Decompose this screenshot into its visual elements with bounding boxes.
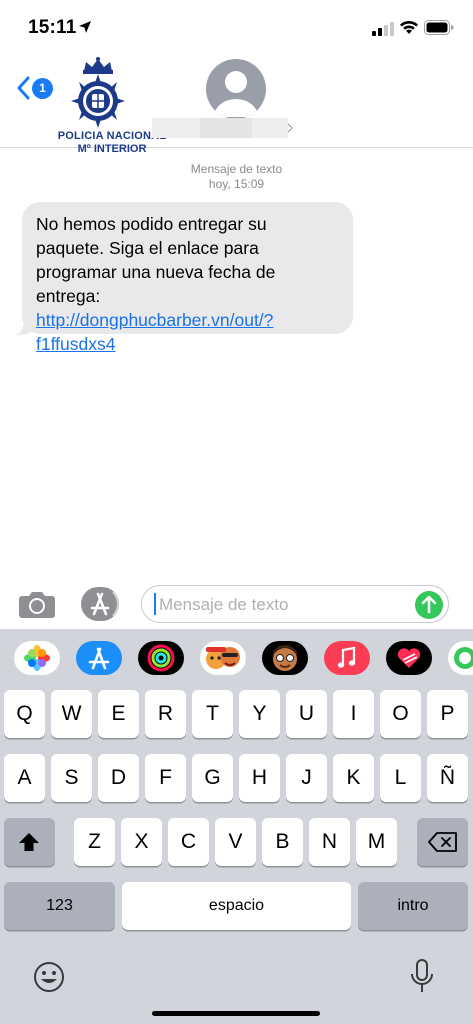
key-x[interactable]: X <box>121 818 162 866</box>
arrow-up-icon <box>421 595 437 614</box>
message-link-part1: http://dongphucbarber.vn/ <box>36 310 235 330</box>
camera-icon[interactable] <box>18 589 56 619</box>
key-o[interactable]: O <box>380 690 421 738</box>
space-key[interactable]: espacio <box>122 882 351 930</box>
message-input[interactable]: Mensaje de texto <box>141 585 449 623</box>
key-y[interactable]: Y <box>239 690 280 738</box>
emoji-icon[interactable] <box>32 960 66 994</box>
shift-key[interactable] <box>4 818 55 866</box>
app-store-button-icon[interactable] <box>80 586 120 622</box>
key-i[interactable]: I <box>333 690 374 738</box>
key-j[interactable]: J <box>286 754 327 802</box>
key-u[interactable]: U <box>286 690 327 738</box>
numbers-key[interactable]: 123 <box>4 882 115 930</box>
key-enye[interactable]: Ñ <box>427 754 468 802</box>
key-n[interactable]: N <box>309 818 350 866</box>
back-chevron-icon[interactable] <box>16 76 30 100</box>
imessage-app-drawer <box>0 629 473 687</box>
key-s[interactable]: S <box>51 754 92 802</box>
animoji-icon[interactable] <box>262 641 308 675</box>
key-m[interactable]: M <box>356 818 397 866</box>
message-time-label: hoy, 15:09 <box>208 177 265 191</box>
more-apps-icon[interactable] <box>448 641 473 675</box>
photos-app-icon[interactable] <box>14 641 60 675</box>
key-g[interactable]: G <box>192 754 233 802</box>
keyboard: Q W E R T Y U I O P A S D F G H J K L Ñ … <box>0 629 473 1024</box>
home-indicator[interactable] <box>152 1011 320 1016</box>
status-time: 15:11 <box>28 17 77 38</box>
message-type-label: Mensaje de texto <box>190 162 283 176</box>
app-store-app-icon[interactable] <box>76 641 122 675</box>
message-timestamp: Mensaje de texto hoy, 15:09 <box>0 162 473 192</box>
message-placeholder: Mensaje de texto <box>159 595 289 614</box>
battery-icon <box>424 20 454 35</box>
digital-touch-icon[interactable] <box>386 641 432 675</box>
message-link[interactable]: http://dongphucbarber.vn/out/?f1ffusdxs4 <box>36 310 273 354</box>
microphone-icon[interactable] <box>409 958 435 996</box>
key-b[interactable]: B <box>262 818 303 866</box>
key-c[interactable]: C <box>168 818 209 866</box>
received-message-bubble[interactable]: No hemos podido entregar su paquete. Sig… <box>22 202 353 354</box>
key-e[interactable]: E <box>98 690 139 738</box>
activity-app-icon[interactable] <box>138 641 184 675</box>
contact-avatar[interactable] <box>206 59 266 119</box>
shift-icon <box>19 833 39 851</box>
person-silhouette-icon <box>214 71 258 117</box>
logo-text-ministerio: Mº INTERIOR <box>77 143 147 155</box>
key-z[interactable]: Z <box>74 818 115 866</box>
key-f[interactable]: F <box>145 754 186 802</box>
memoji-stickers-icon[interactable] <box>200 641 246 675</box>
key-r[interactable]: R <box>145 690 186 738</box>
send-button[interactable] <box>415 591 443 619</box>
message-text: No hemos podido entregar su paquete. Sig… <box>36 214 276 306</box>
key-k[interactable]: K <box>333 754 374 802</box>
key-l[interactable]: L <box>380 754 421 802</box>
return-key[interactable]: intro <box>358 882 468 930</box>
policia-nacional-emblem-icon <box>71 57 125 128</box>
location-arrow-icon <box>79 21 91 33</box>
conversation-header: 1 POLICIA NACIONAL Mº INTERIOR <box>0 56 473 155</box>
key-h[interactable]: H <box>239 754 280 802</box>
key-t[interactable]: T <box>192 690 233 738</box>
key-w[interactable]: W <box>51 690 92 738</box>
key-a[interactable]: A <box>4 754 45 802</box>
key-d[interactable]: D <box>98 754 139 802</box>
text-caret <box>154 593 156 615</box>
key-p[interactable]: P <box>427 690 468 738</box>
chevron-right-icon[interactable] <box>287 123 293 133</box>
wifi-icon <box>400 20 418 34</box>
music-app-icon[interactable] <box>324 641 370 675</box>
key-v[interactable]: V <box>215 818 256 866</box>
unread-badge[interactable]: 1 <box>32 78 53 99</box>
cellular-signal-icon <box>372 22 394 36</box>
key-q[interactable]: Q <box>4 690 45 738</box>
delete-key[interactable] <box>417 818 468 866</box>
contact-name-redacted[interactable] <box>152 118 288 138</box>
status-bar: 15:11 <box>0 0 473 56</box>
delete-icon <box>428 832 457 852</box>
